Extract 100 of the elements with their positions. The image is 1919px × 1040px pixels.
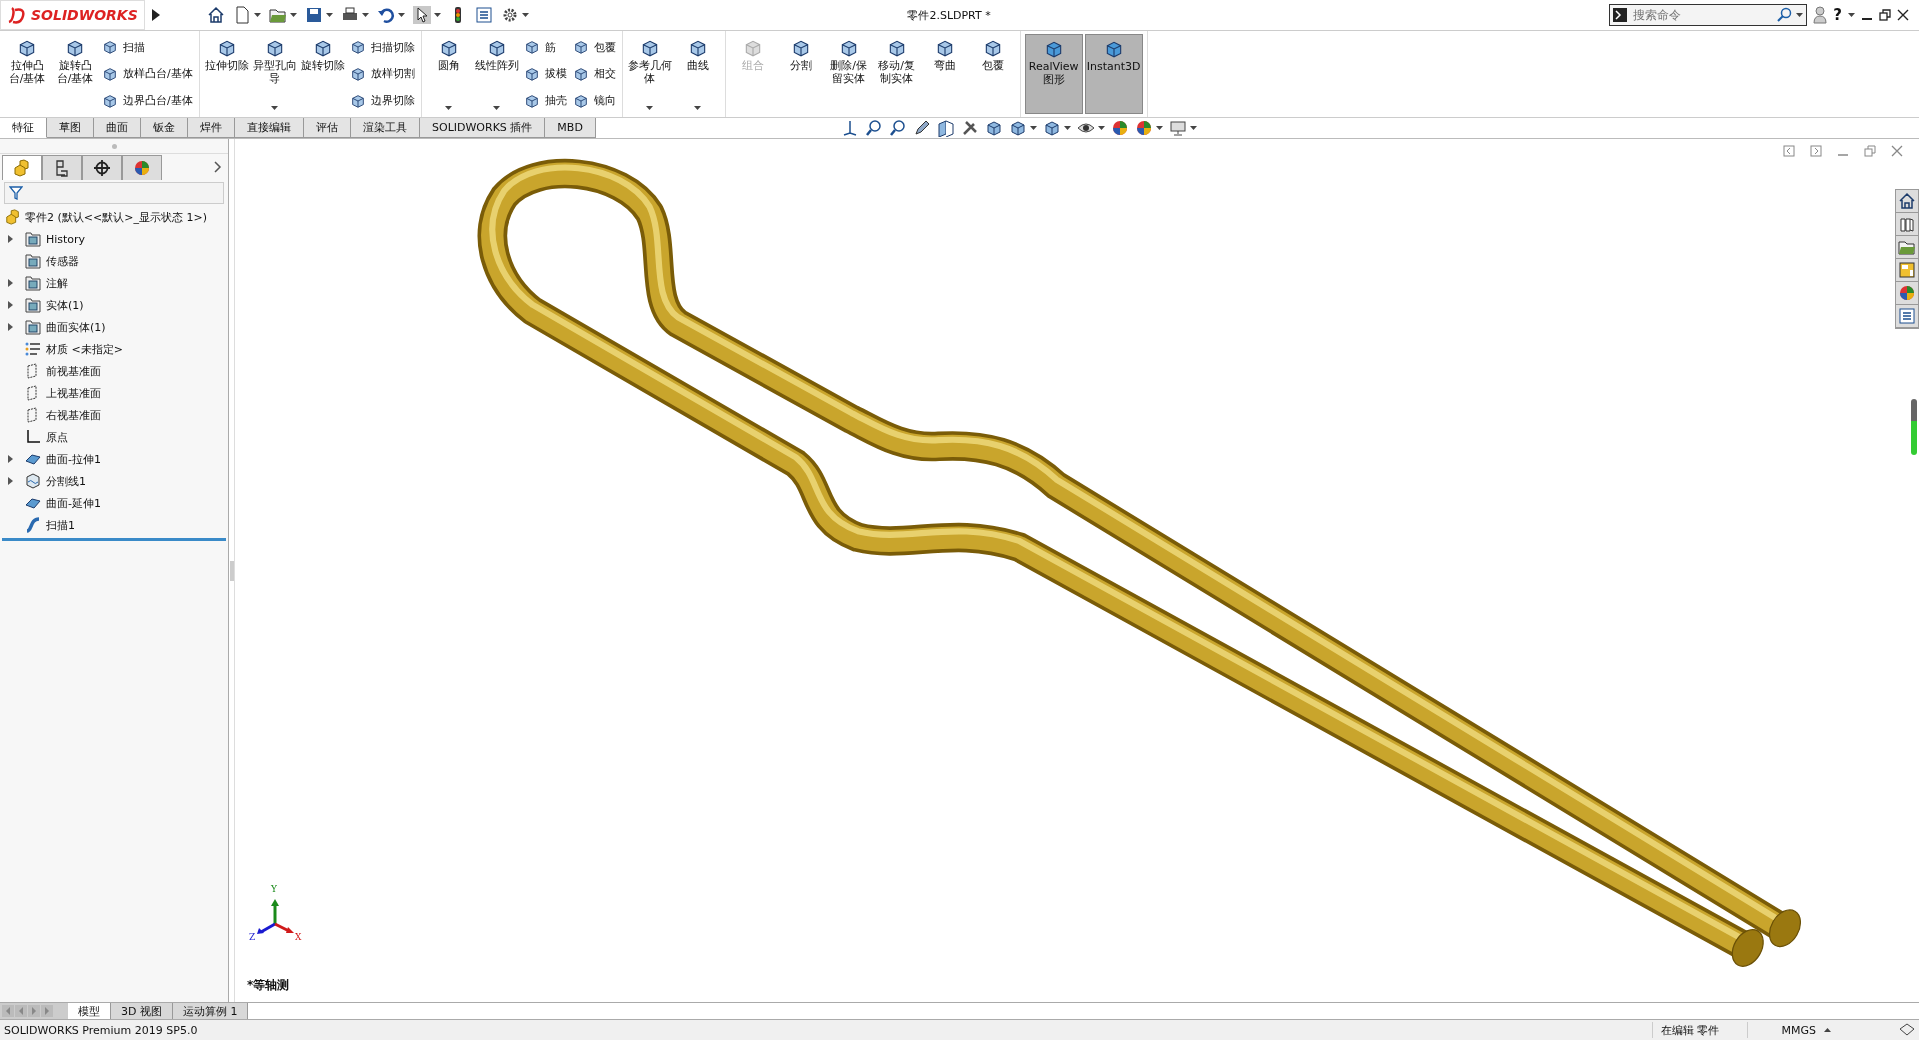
command-tab[interactable]: 钣金 [141, 118, 188, 138]
ribbon-button[interactable]: 镜向 [570, 91, 618, 110]
restore-icon[interactable] [1879, 9, 1891, 21]
chevron-right-icon[interactable] [214, 161, 222, 173]
home-icon[interactable] [206, 6, 225, 24]
search-icon[interactable] [1776, 7, 1793, 23]
tree-item[interactable]: 分割线1 [0, 470, 228, 492]
ribbon-button[interactable]: 边界切除 [347, 91, 417, 110]
ribbon-button[interactable]: 扫描切除 [347, 38, 417, 57]
ribbon-button[interactable]: 移动/复制实体 [873, 34, 920, 114]
ribbon-button[interactable]: 放样切割 [347, 65, 417, 83]
tree-item[interactable]: 曲面-延伸1 [0, 492, 228, 514]
expand-arrow-icon[interactable] [8, 301, 13, 309]
file-properties-icon[interactable] [474, 6, 493, 24]
feature-tree-tab[interactable] [2, 154, 42, 180]
property-tab[interactable] [42, 154, 82, 180]
help-button[interactable]: ? [1833, 6, 1842, 24]
ribbon-button[interactable]: 扫描 [100, 38, 195, 57]
pointer-icon[interactable] [412, 6, 431, 24]
ribbon-button[interactable]: 异型孔向导 [251, 34, 298, 114]
units-button[interactable]: MMGS [1756, 1023, 1816, 1037]
ribbon-button[interactable]: 相交 [570, 65, 618, 83]
search-input[interactable]: 搜索命令 [1631, 7, 1773, 23]
ribbon-button[interactable]: 曲线 [674, 34, 721, 114]
ribbon-button[interactable]: 旋转切除 [299, 34, 346, 114]
zoom-icon[interactable] [864, 119, 883, 137]
command-tab[interactable]: SOLIDWORKS 插件 [420, 118, 546, 138]
tree-item[interactable]: 注解 [0, 272, 228, 294]
caret-icon[interactable] [1063, 126, 1071, 130]
caret-icon[interactable] [361, 13, 369, 17]
color-ball-icon[interactable] [1110, 119, 1129, 137]
ribbon-button[interactable]: 删除/保留实体 [825, 34, 872, 114]
search-bar[interactable]: 搜索命令 [1609, 4, 1808, 26]
save-icon[interactable] [304, 6, 323, 24]
ribbon-button[interactable]: 参考几何体 [626, 34, 673, 114]
model-view-tab[interactable]: 运动算例 1 [172, 1003, 249, 1019]
tree-item[interactable]: 材质 <未指定> [0, 338, 228, 360]
ribbon-button[interactable]: 拉伸凸台/基体 [4, 34, 50, 114]
tree-item[interactable]: 曲面-拉伸1 [0, 448, 228, 470]
folder-icon[interactable] [1898, 238, 1916, 256]
ribbon-button[interactable]: 分割 [777, 34, 824, 114]
caret-icon[interactable] [1097, 126, 1105, 130]
caret-icon[interactable] [253, 13, 261, 17]
command-tab[interactable]: 焊件 [188, 118, 235, 138]
ribbon-button[interactable]: 线性阵列 [473, 34, 520, 114]
expand-arrow-icon[interactable] [8, 279, 13, 287]
close-icon[interactable] [1897, 9, 1909, 21]
tree-item[interactable]: 上视基准面 [0, 382, 228, 404]
command-tab[interactable]: 草图 [47, 118, 94, 138]
ribbon-button[interactable]: 放样凸台/基体 [100, 65, 195, 83]
undo-icon[interactable] [376, 6, 395, 24]
tile-right-icon[interactable] [1810, 145, 1822, 157]
command-tab[interactable]: 直接编辑 [235, 118, 304, 138]
ribbon-button[interactable]: 旋转凸台/基体 [52, 34, 98, 114]
command-tab[interactable]: 曲面 [94, 118, 141, 138]
home-icon[interactable] [1898, 192, 1916, 210]
user-icon[interactable] [1813, 6, 1828, 24]
configuration-tab[interactable] [82, 154, 122, 180]
expand-arrow-icon[interactable] [150, 8, 161, 22]
list-icon[interactable] [1898, 307, 1916, 325]
command-tab[interactable]: 评估 [304, 118, 351, 138]
ribbon-button[interactable]: 弯曲 [921, 34, 968, 114]
tree-item[interactable]: 右视基准面 [0, 404, 228, 426]
caret-icon[interactable] [1796, 13, 1804, 17]
caret-up-icon[interactable] [1824, 1028, 1831, 1032]
ribbon-button[interactable]: 包覆 [969, 34, 1016, 114]
expand-arrow-icon[interactable] [8, 235, 13, 243]
caret-icon[interactable] [325, 13, 333, 17]
tree-root-item[interactable]: 零件2 (默认<<默认>_显示状态 1>) [0, 206, 228, 228]
expand-arrow-icon[interactable] [8, 477, 13, 485]
expand-arrow-icon[interactable] [8, 455, 13, 463]
tree-item[interactable]: 前视基准面 [0, 360, 228, 382]
tree-item[interactable]: 曲面实体(1) [0, 316, 228, 338]
tree-item[interactable]: 传感器 [0, 250, 228, 272]
tree-item[interactable]: 实体(1) [0, 294, 228, 316]
color-ball-icon[interactable] [1898, 284, 1916, 302]
caret-icon[interactable] [1029, 126, 1037, 130]
ribbon-button[interactable]: 包覆 [570, 38, 618, 57]
books-icon[interactable] [1898, 215, 1916, 233]
ribbon-button[interactable]: 抽壳 [521, 91, 569, 110]
cube-icon[interactable] [1008, 119, 1027, 137]
cube-icon[interactable] [984, 119, 1003, 137]
filter-field[interactable] [4, 182, 224, 204]
caret-icon[interactable] [1189, 126, 1197, 130]
tree-item[interactable]: 扫描1 [0, 514, 228, 536]
box-icon[interactable] [1042, 119, 1061, 137]
color-ball-icon[interactable] [1134, 119, 1153, 137]
ribbon-button[interactable]: 拉伸切除 [203, 34, 250, 114]
appearance-tab[interactable] [122, 154, 162, 180]
caret-icon[interactable] [289, 13, 297, 17]
command-tab[interactable]: 渲染工具 [351, 118, 420, 138]
layout-icon[interactable] [1898, 261, 1916, 279]
tree-item[interactable]: History [0, 228, 228, 250]
ribbon-button[interactable]: RealView 图形 [1024, 34, 1083, 114]
ribbon-button[interactable]: 拔模 [521, 65, 569, 83]
caret-icon[interactable] [397, 13, 405, 17]
command-tab[interactable]: MBD [545, 118, 596, 138]
zoom-area-icon[interactable] [888, 119, 907, 137]
tree-item[interactable]: 原点 [0, 426, 228, 448]
caret-icon[interactable] [433, 13, 441, 17]
